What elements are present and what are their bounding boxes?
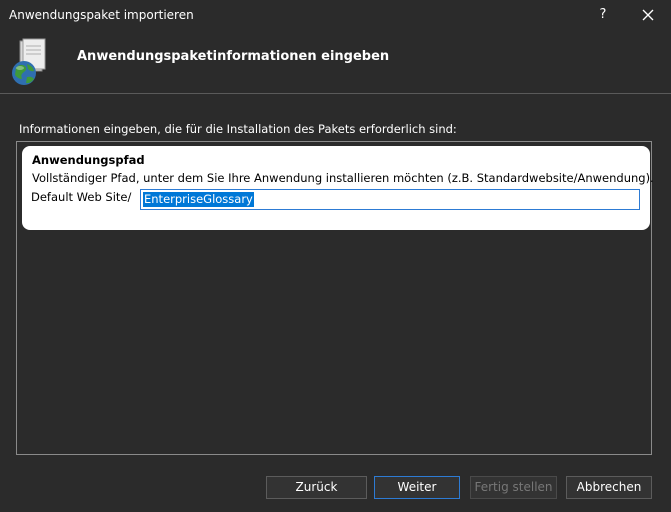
page-title: Anwendungspaketinformationen eingeben [77, 49, 390, 64]
help-button[interactable]: ? [590, 3, 616, 27]
header-divider [0, 93, 671, 94]
parameter-item-application-path: Anwendungspfad Vollständiger Pfad, unter… [22, 146, 654, 230]
back-button[interactable]: Zurück [266, 476, 367, 499]
parameter-name: Anwendungspfad [32, 153, 145, 167]
package-globe-icon [12, 38, 46, 85]
application-path-value: EnterpriseGlossary [143, 192, 254, 207]
close-button[interactable] [634, 3, 662, 27]
next-button[interactable]: Weiter [374, 476, 460, 499]
application-path-input[interactable]: EnterpriseGlossary [140, 189, 640, 210]
parameter-description: Vollständiger Pfad, unter dem Sie Ihre A… [32, 171, 654, 185]
instructions-text: Informationen eingeben, die für die Inst… [19, 122, 457, 136]
close-icon [642, 9, 654, 21]
finish-button: Fertig stellen [470, 476, 557, 499]
window-title: Anwendungspaket importieren [9, 8, 194, 22]
title-bar: Anwendungspaket importieren ? [0, 0, 671, 30]
parameter-path-prefix: Default Web Site/ [31, 190, 132, 204]
cancel-button[interactable]: Abbrechen [566, 476, 652, 499]
wizard-header: Anwendungspaketinformationen eingeben [0, 30, 671, 93]
